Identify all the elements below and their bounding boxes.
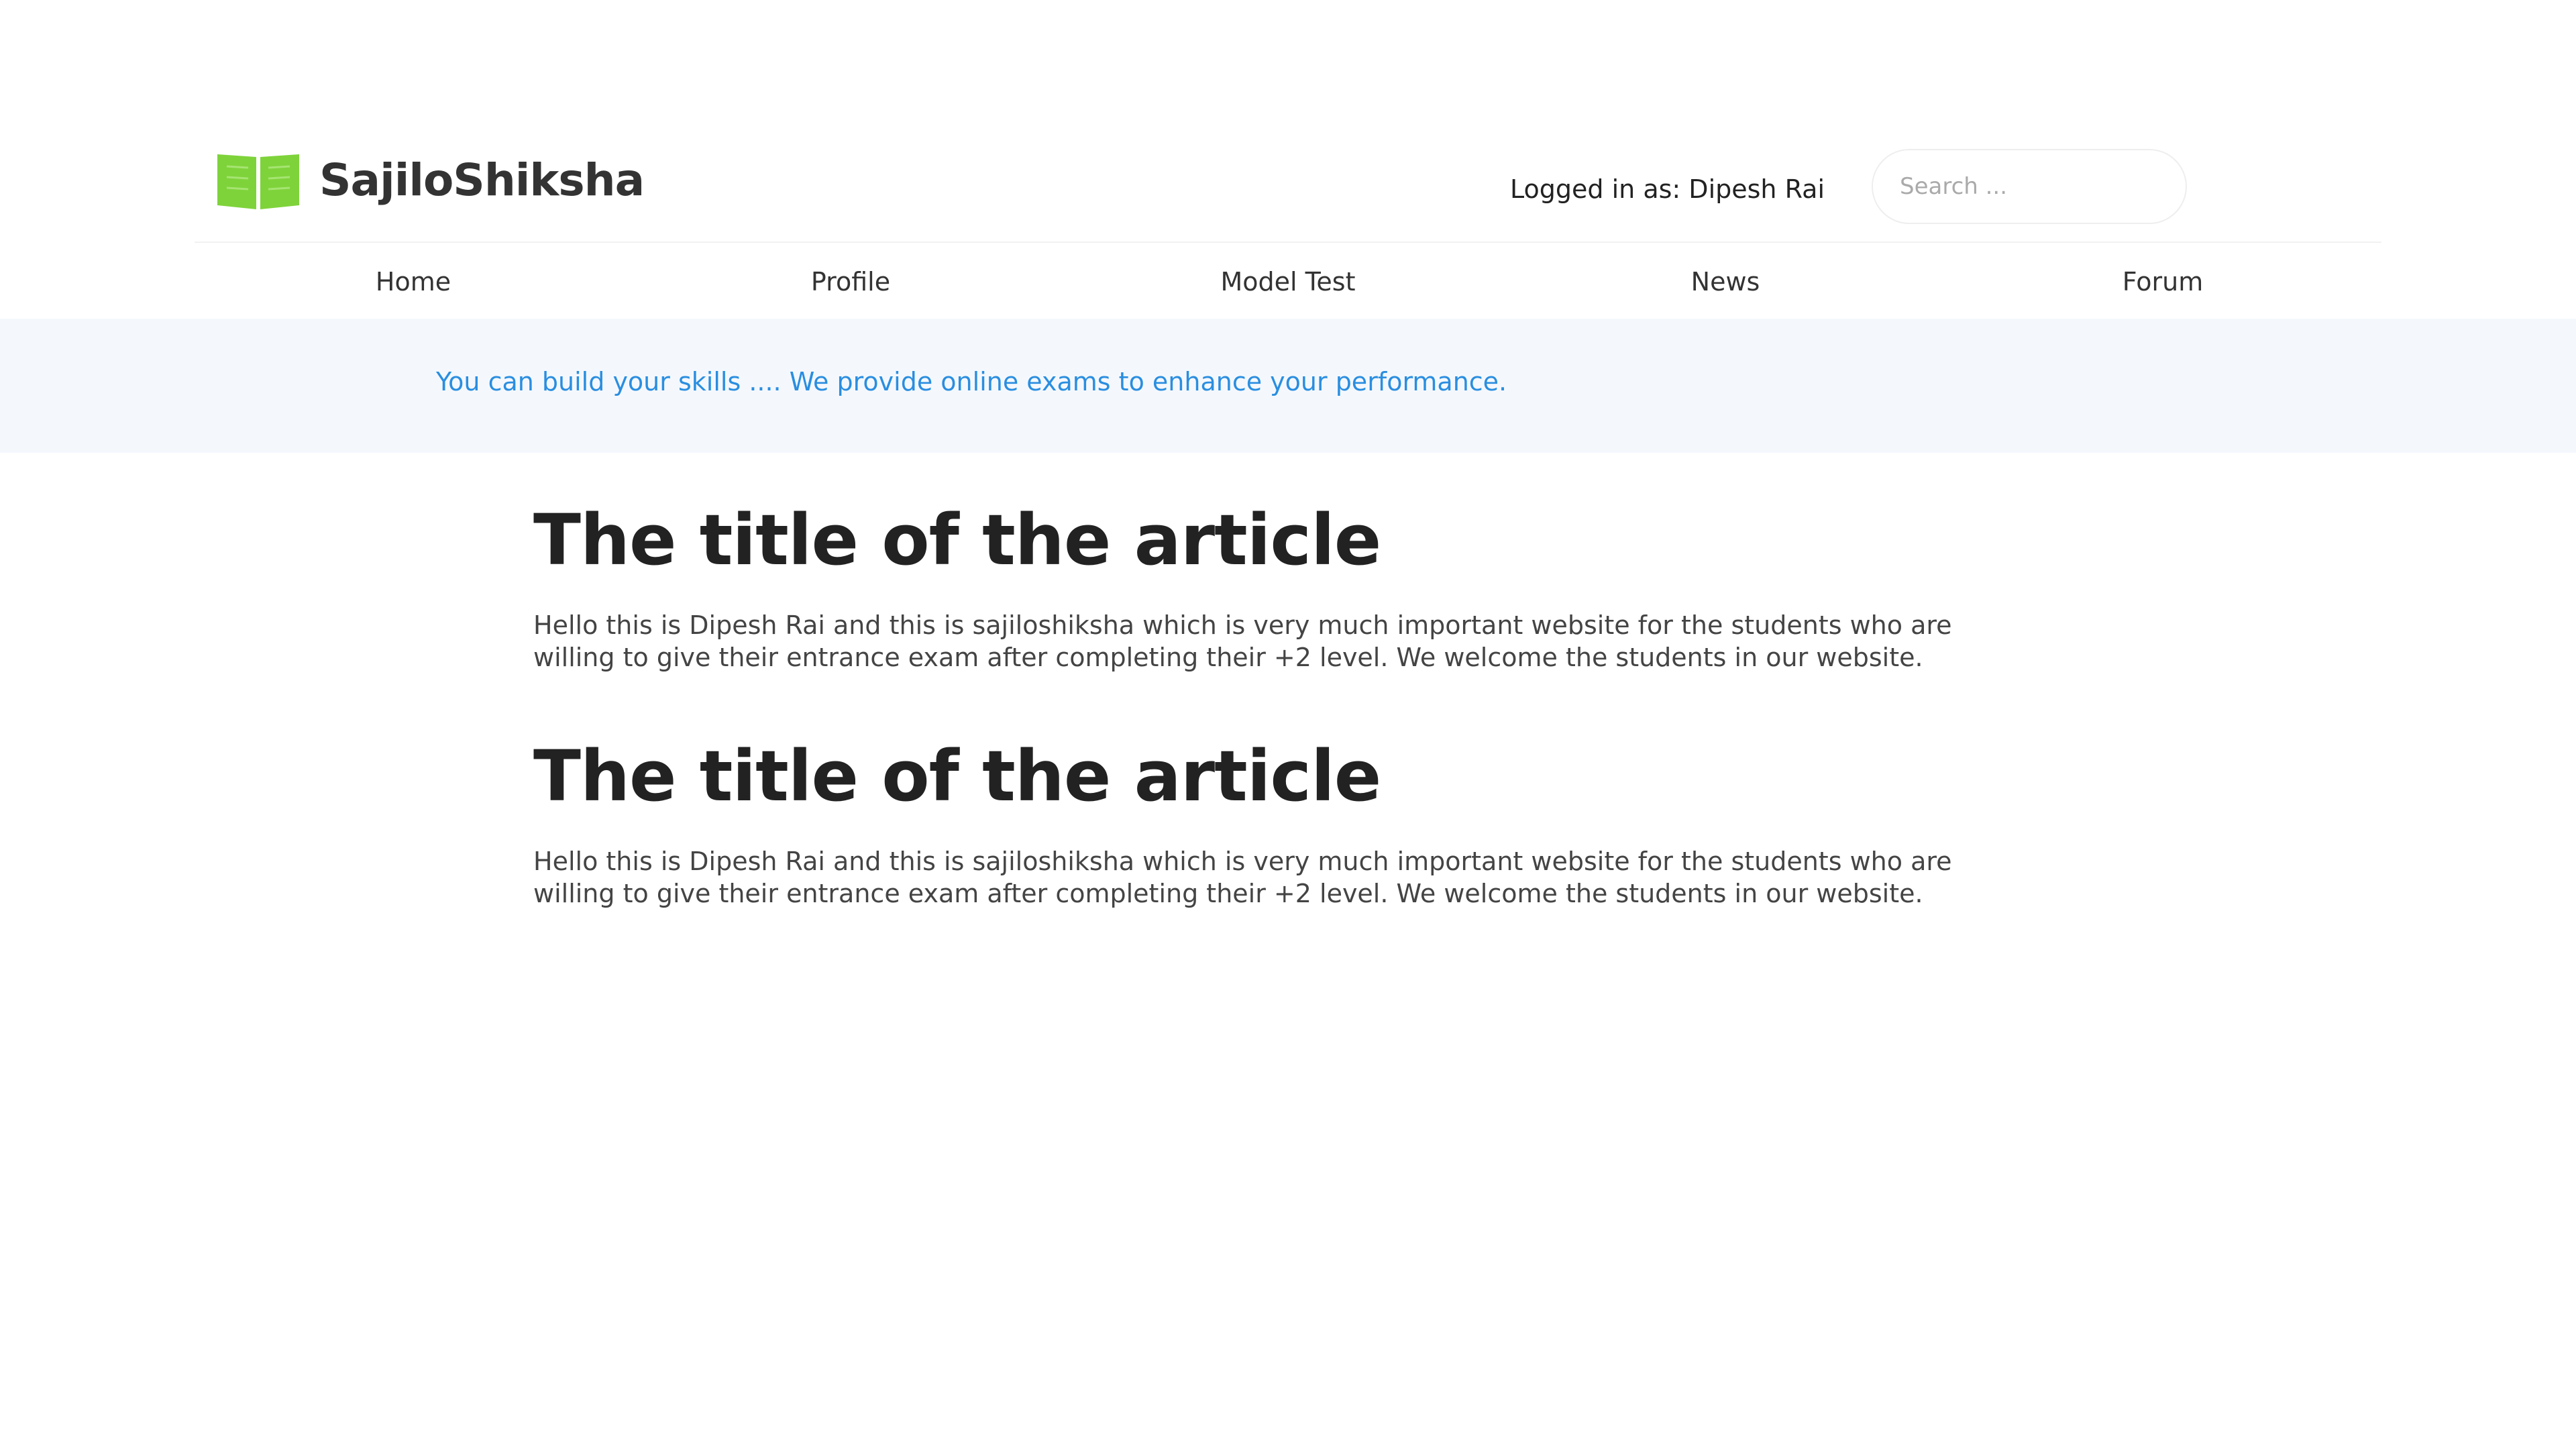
article: The title of the article Hello this is D… xyxy=(533,496,2009,674)
nav-item-model-test[interactable]: Model Test xyxy=(1069,243,1507,320)
brand[interactable]: SajiloShiksha xyxy=(215,148,645,212)
article-title: The title of the article xyxy=(533,735,1381,817)
article: The title of the article Hello this is D… xyxy=(533,733,2009,910)
nav-item-profile[interactable]: Profile xyxy=(632,243,1069,320)
login-status: Logged in as: Dipesh Rai xyxy=(1510,174,1825,204)
article-list: The title of the article Hello this is D… xyxy=(533,496,2009,969)
page: SajiloShiksha Logged in as: Dipesh Rai H… xyxy=(0,0,2576,1449)
nav-item-news[interactable]: News xyxy=(1507,243,1944,320)
brand-name: SajiloShiksha xyxy=(319,154,645,206)
banner-text: You can build your skills .... We provid… xyxy=(436,367,1507,396)
search-input[interactable] xyxy=(1872,149,2187,224)
nav-item-forum[interactable]: Forum xyxy=(1944,243,2381,320)
info-banner: You can build your skills .... We provid… xyxy=(0,319,2576,453)
site-header: SajiloShiksha Logged in as: Dipesh Rai xyxy=(195,121,2381,241)
article-body: Hello this is Dipesh Rai and this is saj… xyxy=(533,610,1952,672)
open-book-icon xyxy=(215,148,302,212)
main-nav: Home Profile Model Test News Forum xyxy=(195,241,2381,320)
nav-item-home[interactable]: Home xyxy=(195,243,632,320)
article-body: Hello this is Dipesh Rai and this is saj… xyxy=(533,847,1952,908)
article-title: The title of the article xyxy=(533,499,1381,581)
